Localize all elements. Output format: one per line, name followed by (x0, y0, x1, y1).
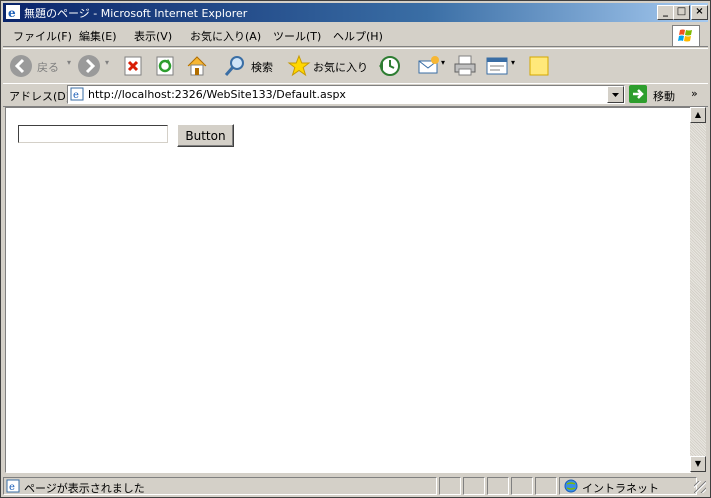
scroll-down-button[interactable]: ▼ (690, 456, 706, 472)
forward-arrow-icon[interactable] (77, 54, 101, 78)
page-done-icon: e (6, 479, 20, 493)
status-pane (439, 477, 461, 495)
menu-file[interactable]: ファイル(F) (13, 28, 72, 44)
history-icon[interactable] (377, 54, 401, 78)
standard-toolbar: 戻る ▾ ▾ 検索 お気に入り ▾ ▾ (3, 48, 708, 84)
minimize-button[interactable]: _ (657, 5, 674, 20)
favorites-button-label[interactable]: お気に入り (313, 59, 368, 75)
status-bar: e ページが表示されました イントラネット (3, 475, 708, 495)
close-icon: × (695, 6, 704, 17)
forward-dropdown-icon[interactable]: ▾ (105, 58, 109, 67)
address-label: アドレス(D) (9, 90, 71, 103)
close-button[interactable]: × (691, 5, 708, 20)
status-pane (535, 477, 557, 495)
ie-logo-icon: e (6, 5, 20, 19)
arrow-down-icon: ▼ (694, 459, 702, 468)
search-button-label[interactable]: 検索 (251, 59, 273, 75)
arrow-up-icon: ▲ (694, 110, 702, 119)
title-bar[interactable]: e 無題のページ - Microsoft Internet Explorer _… (3, 3, 708, 22)
menu-edit[interactable]: 編集(E) (79, 28, 117, 44)
address-field[interactable]: e http://localhost:2326/WebSite133/Defau… (67, 85, 625, 104)
menu-favorites[interactable]: お気に入り(A) (190, 28, 261, 44)
refresh-icon[interactable] (153, 54, 177, 78)
address-url[interactable]: http://localhost:2326/WebSite133/Default… (88, 88, 346, 101)
svg-text:e: e (73, 90, 79, 101)
svg-text:e: e (8, 6, 16, 19)
window-title: 無題のページ - Microsoft Internet Explorer (24, 7, 248, 20)
mail-dropdown-icon[interactable]: ▾ (441, 58, 445, 67)
stop-icon[interactable] (121, 54, 145, 78)
minimize-icon: _ (663, 6, 668, 17)
menu-help[interactable]: ヘルプ(H) (333, 28, 383, 44)
intranet-globe-icon (564, 479, 578, 493)
go-button-label[interactable]: 移動 (653, 88, 675, 104)
menu-tools[interactable]: ツール(T) (273, 28, 321, 44)
windows-logo-icon (672, 25, 700, 47)
edit-icon[interactable] (485, 54, 509, 78)
text-input[interactable] (18, 125, 168, 143)
scroll-up-button[interactable]: ▲ (690, 107, 706, 123)
back-arrow-icon[interactable] (9, 54, 33, 78)
status-pane (487, 477, 509, 495)
security-zone-pane[interactable]: イントラネット (559, 477, 697, 495)
status-pane (511, 477, 533, 495)
back-dropdown-icon[interactable]: ▾ (67, 58, 71, 67)
status-pane (463, 477, 485, 495)
address-bar: アドレス(D) e http://localhost:2326/WebSite1… (3, 83, 708, 107)
page-icon: e (70, 87, 84, 101)
edit-dropdown-icon[interactable]: ▾ (511, 58, 515, 67)
ie-window: e 無題のページ - Microsoft Internet Explorer _… (0, 0, 711, 498)
links-chevron[interactable]: » (691, 87, 698, 100)
favorites-star-icon[interactable] (287, 54, 311, 78)
vertical-scrollbar[interactable]: ▲ ▼ (690, 107, 706, 472)
address-dropdown-button[interactable] (607, 86, 624, 103)
note-icon[interactable] (527, 54, 551, 78)
page-button[interactable]: Button (177, 124, 234, 147)
mail-icon[interactable] (417, 54, 441, 78)
maximize-button[interactable]: □ (673, 5, 690, 20)
status-message-pane: e ページが表示されました (3, 477, 437, 495)
zone-text: イントラネット (582, 482, 659, 495)
print-icon[interactable] (453, 54, 477, 78)
page-viewport: Button (5, 107, 691, 473)
maximize-icon: □ (676, 6, 687, 17)
status-text: ページが表示されました (24, 482, 145, 495)
resize-grip[interactable] (694, 481, 706, 493)
go-arrow-icon[interactable] (629, 85, 647, 103)
search-icon[interactable] (223, 54, 247, 78)
chevron-down-icon (612, 93, 619, 97)
home-icon[interactable] (185, 54, 209, 78)
menu-view[interactable]: 表示(V) (134, 28, 172, 44)
back-button-label[interactable]: 戻る (37, 59, 59, 75)
svg-text:e: e (9, 482, 15, 493)
menu-bar: ファイル(F) 編集(E) 表示(V) お気に入り(A) ツール(T) ヘルプ(… (3, 24, 708, 47)
